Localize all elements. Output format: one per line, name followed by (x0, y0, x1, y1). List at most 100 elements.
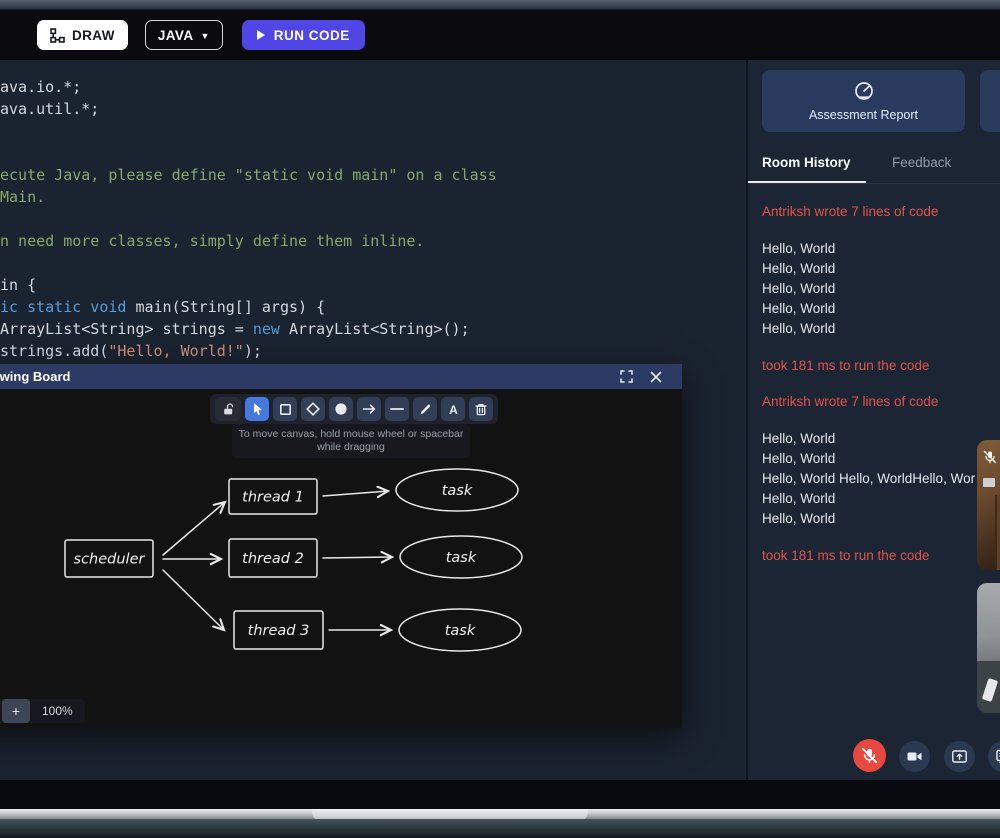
language-dropdown[interactable]: JAVA ▼ (145, 20, 223, 50)
program-output-line: Hello, World Hello, WorldHello, Wor (762, 469, 1000, 489)
select-tool-icon[interactable] (245, 397, 269, 421)
code-token: new (253, 320, 280, 338)
diagram-node-label: scheduler (74, 552, 146, 568)
ellipse-tool-icon[interactable] (329, 397, 353, 421)
program-output-line: Hello, World (762, 259, 1000, 279)
drawing-toolbar: A (210, 394, 498, 424)
canvas-hint-line1: To move canvas, hold mouse wheel or spac… (239, 428, 464, 440)
rectangle-tool-icon[interactable] (273, 397, 297, 421)
zoom-level: 100% (42, 704, 73, 718)
code-token: ic static void (0, 298, 135, 316)
code-token: ava.io.*; (0, 78, 81, 96)
code-line: Main. (0, 186, 746, 208)
code-token: ); (244, 342, 262, 360)
code-token: ArrayList<String>(); (280, 320, 470, 338)
code-token: Main. (0, 188, 45, 206)
diagram-node-label: task (446, 550, 477, 566)
history-event: took 181 ms to run the code (762, 547, 1000, 565)
camera-toggle-button[interactable] (899, 741, 930, 772)
laptop-screen-top-edge (0, 0, 1000, 10)
diagram-node-label: task (445, 623, 476, 639)
tab-room-history[interactable]: Room History (762, 155, 851, 170)
history-event: Antriksh wrote 7 lines of code (762, 393, 1000, 411)
pencil-tool-icon[interactable] (413, 397, 437, 421)
drawing-board-titlebar[interactable]: Drawing Board (0, 364, 682, 389)
assessment-report-label: Assessment Report (809, 108, 918, 122)
program-output-line: Hello, World (762, 279, 1000, 299)
language-dropdown-label: JAVA (158, 28, 194, 43)
line-tool-icon[interactable] (385, 397, 409, 421)
trash-tool-icon[interactable] (469, 397, 493, 421)
code-line: ava.io.*; (0, 76, 746, 98)
code-token: n need more classes, simply define them … (0, 232, 424, 250)
close-icon[interactable] (650, 371, 662, 383)
diagram-node-label: task (442, 483, 473, 499)
lock-icon[interactable] (215, 397, 241, 421)
svg-text:A: A (449, 403, 458, 416)
screen-share-button[interactable] (944, 741, 975, 772)
program-output-line: Hello, World (762, 489, 1000, 509)
program-output-line: Hello, World (762, 449, 1000, 469)
diagram-arrow[interactable] (323, 491, 388, 496)
code-line (0, 142, 746, 164)
interview-app-screen: DRAW JAVA ▼ RUN CODE ava.io.*; ava.util.*… (0, 10, 1000, 780)
video-thumbnail-remote[interactable] (977, 440, 1000, 570)
draw-button[interactable]: DRAW (37, 20, 128, 50)
code-line: ic static void main(String[] args) { (0, 296, 746, 318)
thumbnail-scene (983, 478, 995, 487)
gauge-icon (853, 80, 875, 102)
desk-surface (0, 819, 1000, 838)
diagram-arrow[interactable] (163, 570, 224, 630)
drawing-board-window: Drawing Board (0, 364, 682, 728)
thumbnail-scene (995, 495, 1000, 570)
canvas-hint-line2: while dragging (317, 441, 385, 453)
code-token: in { (0, 276, 36, 294)
laptop-bezel (0, 780, 1000, 809)
program-output-line: Hello, World (762, 319, 1000, 339)
diagram-node-label: thread 2 (242, 551, 304, 567)
program-output-line: Hello, World (762, 429, 1000, 449)
arrow-tool-icon[interactable] (357, 397, 381, 421)
video-thumbnail-self[interactable] (977, 583, 1000, 713)
drawing-board-title: Drawing Board (0, 369, 70, 384)
room-history-log: Antriksh wrote 7 lines of code Hello, Wor… (748, 184, 1000, 770)
mic-muted-icon (983, 450, 997, 469)
code-token: ecute Java, please define "static void m… (0, 166, 497, 184)
history-event: Antriksh wrote 7 lines of code (762, 203, 1000, 221)
side-panel: Assessment Report Room History Feedback A… (746, 60, 1000, 780)
play-icon (257, 30, 265, 40)
diamond-tool-icon[interactable] (301, 397, 325, 421)
fullscreen-icon[interactable] (620, 370, 633, 383)
run-code-button[interactable]: RUN CODE (242, 20, 365, 50)
code-line: ecute Java, please define "static void m… (0, 164, 746, 186)
code-token: ava.util.*; (0, 100, 99, 118)
draw-button-label: DRAW (72, 28, 115, 43)
program-output-line: Hello, World (762, 239, 1000, 259)
code-line: strings.add("Hello, World!"); (0, 340, 746, 362)
panel-card-partial[interactable] (980, 70, 1000, 132)
tab-feedback[interactable]: Feedback (892, 155, 951, 170)
microphone-mute-button[interactable] (853, 739, 886, 772)
zoom-in-button[interactable]: + (2, 699, 30, 723)
diagram-node-label: thread 1 (242, 490, 304, 506)
text-tool-icon[interactable]: A (441, 397, 465, 421)
flowchart-icon (50, 28, 65, 43)
code-line (0, 252, 746, 274)
code-token: ArrayList<String> strings = (0, 320, 253, 338)
drawing-canvas[interactable]: scheduler thread 1 thread 2 thread 3 task tas… (0, 389, 682, 728)
program-output-line: Hello, World (762, 509, 1000, 529)
assessment-report-button[interactable]: Assessment Report (762, 70, 965, 132)
diagram-arrow[interactable] (163, 502, 225, 555)
code-line: in { (0, 274, 746, 296)
diagram-arrow[interactable] (323, 557, 392, 558)
code-line: ArrayList<String> strings = new ArrayLis… (0, 318, 746, 340)
code-line (0, 208, 746, 230)
panel-tabs: Room History Feedback (748, 155, 1000, 183)
diagram-node-label: thread 3 (248, 623, 310, 639)
laptop-mockup: DRAW JAVA ▼ RUN CODE ava.io.*; ava.util.*… (0, 0, 1000, 838)
run-code-button-label: RUN CODE (274, 28, 350, 43)
code-line: n need more classes, simply define them … (0, 230, 746, 252)
code-token: "Hello, World!" (108, 342, 243, 360)
code-token: main(String[] args) { (135, 298, 325, 316)
code-line (0, 120, 746, 142)
